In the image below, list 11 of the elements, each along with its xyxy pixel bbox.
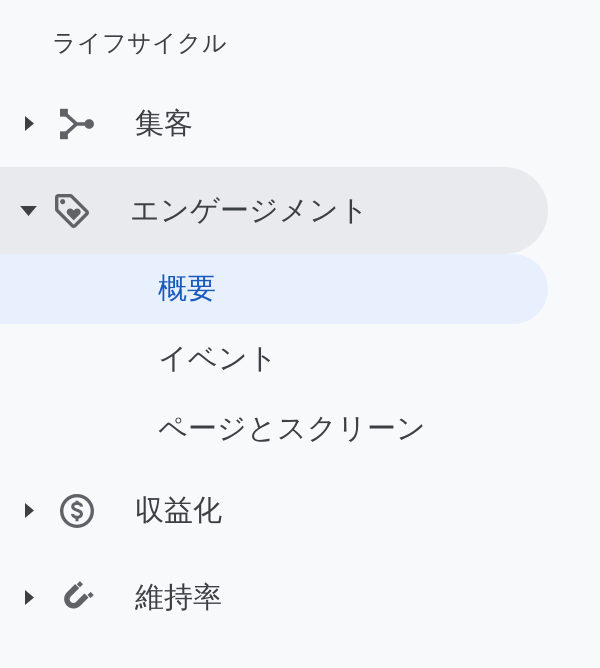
section-title: ライフサイクル [52, 29, 227, 59]
tag-heart-icon [55, 194, 89, 228]
nav-item[interactable]: 集客 [0, 80, 548, 167]
branch-icon [60, 106, 94, 140]
dollar-circle-icon [60, 494, 94, 528]
nav-item[interactable]: 収益化 [0, 467, 548, 554]
nav-item[interactable]: 維持率 [0, 554, 548, 641]
nav-subitem[interactable]: 概要 [0, 254, 548, 324]
nav-item[interactable]: エンゲージメント [0, 167, 548, 254]
nav-subitem[interactable]: ページとスクリーン [0, 394, 548, 464]
nav-subitem[interactable]: イベント [0, 324, 548, 394]
